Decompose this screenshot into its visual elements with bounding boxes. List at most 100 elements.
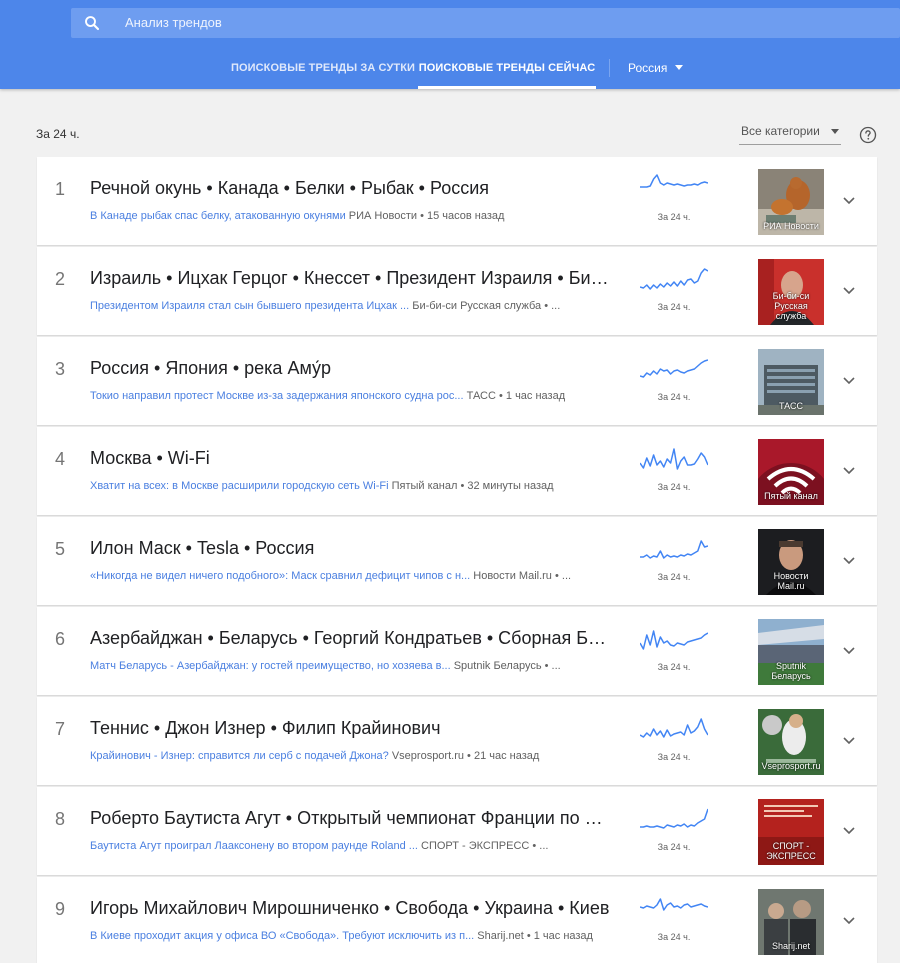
article-source: РИА Новости • 15 часов назад bbox=[345, 210, 505, 222]
tab-daily-trends[interactable]: ПОИСКОВЫЕ ТРЕНДЫ ЗА СУТКИ bbox=[230, 50, 416, 89]
search-input[interactable] bbox=[125, 8, 825, 38]
article-link[interactable]: В Канаде рыбак спас белку, атакованную о… bbox=[90, 210, 346, 222]
article-link[interactable]: Крайинович - Изнер: справится ли серб с … bbox=[90, 750, 389, 762]
category-select-value: Все категории bbox=[741, 124, 820, 138]
article-source: Sputnik Беларусь • ... bbox=[450, 660, 561, 672]
trend-row[interactable]: 7 Теннис • Джон Изнер • Филип Крайинович… bbox=[37, 697, 877, 785]
trend-sparkline bbox=[640, 448, 708, 470]
sparkline-label: За 24 ч. bbox=[657, 392, 691, 402]
trend-article-line: Матч Беларусь - Азербайджан: у гостей пр… bbox=[90, 660, 620, 672]
trend-sparkline bbox=[640, 808, 708, 829]
trend-row[interactable]: 3 Россия • Япония • река Аму́р Токио нап… bbox=[37, 337, 877, 425]
news-thumbnail[interactable]: Vseprosport.ru bbox=[758, 709, 824, 775]
trend-article-line: Хватит на всех: в Москве расширили город… bbox=[90, 480, 620, 492]
chevron-down-icon[interactable] bbox=[675, 65, 683, 70]
article-source: СПОРТ - ЭКСПРЕСС • ... bbox=[417, 840, 549, 852]
article-link[interactable]: В Киеве проходит акция у офиса ВО «Свобо… bbox=[90, 930, 474, 942]
sparkline-label: За 24 ч. bbox=[657, 482, 691, 492]
news-thumbnail[interactable]: Sputnik Беларусь bbox=[758, 619, 824, 685]
article-source: Sharij.net • 1 час назад bbox=[474, 930, 593, 942]
trend-row[interactable]: 9 Игорь Михайлович Мирошниченко • Свобод… bbox=[37, 877, 877, 963]
trend-sparkline bbox=[640, 268, 708, 290]
trend-article-line: В Канаде рыбак спас белку, атакованную о… bbox=[90, 210, 620, 222]
thumbnail-source-caption: Vseprosport.ru bbox=[761, 761, 821, 771]
article-link[interactable]: «Никогда не видел ничего подобного»: Мас… bbox=[90, 570, 470, 582]
trend-rank: 4 bbox=[55, 449, 66, 469]
trend-title[interactable]: Москва • Wi-Fi bbox=[90, 448, 610, 469]
news-thumbnail[interactable]: Пятый канал bbox=[758, 439, 824, 505]
thumbnail-source-caption: Би-би-си Русская служба bbox=[772, 291, 810, 321]
trend-row[interactable]: 2 Израиль • Ицхак Герцог • Кнессет • Пре… bbox=[37, 247, 877, 335]
article-source: Новости Mail.ru • ... bbox=[470, 570, 572, 582]
article-link[interactable]: Матч Беларусь - Азербайджан: у гостей пр… bbox=[90, 660, 451, 672]
news-thumbnail[interactable]: Новости Mail.ru bbox=[758, 529, 824, 595]
trend-row[interactable]: 6 Азербайджан • Беларусь • Георгий Кондр… bbox=[37, 607, 877, 695]
article-link[interactable]: Баутиста Агут проиграл Лаакcонену во вто… bbox=[90, 840, 418, 852]
trend-article-line: Президентом Израиля стал сын бывшего пре… bbox=[90, 300, 620, 312]
expand-chevron-icon[interactable] bbox=[841, 285, 857, 297]
article-link[interactable]: Хватит на всех: в Москве расширили город… bbox=[90, 480, 389, 492]
trend-row[interactable]: 5 Илон Маск • Tesla • Россия «Никогда не… bbox=[37, 517, 877, 605]
thumbnail-source-caption: Sharij.net bbox=[771, 941, 811, 951]
news-thumbnail[interactable]: РИА Новости bbox=[758, 169, 824, 235]
trend-row[interactable]: 1 Речной окунь • Канада • Белки • Рыбак … bbox=[37, 157, 877, 245]
trend-rank: 9 bbox=[55, 899, 66, 919]
news-thumbnail[interactable]: СПОРТ - ЭКСПРЕСС bbox=[758, 799, 824, 865]
trend-sparkline bbox=[640, 898, 708, 911]
news-thumbnail[interactable]: ТАСС bbox=[758, 349, 824, 415]
dropdown-arrow-icon bbox=[831, 129, 839, 134]
trend-article-line: В Киеве проходит акция у офиса ВО «Свобо… bbox=[90, 930, 620, 942]
thumbnail-source-caption: Новости Mail.ru bbox=[773, 571, 809, 591]
expand-chevron-icon[interactable] bbox=[841, 735, 857, 747]
expand-chevron-icon[interactable] bbox=[841, 195, 857, 207]
trend-title[interactable]: Израиль • Ицхак Герцог • Кнессет • Прези… bbox=[90, 268, 610, 289]
article-link[interactable]: Президентом Израиля стал сын бывшего пре… bbox=[90, 300, 409, 312]
news-thumbnail[interactable]: Sharij.net bbox=[758, 889, 824, 955]
trend-title[interactable]: Азербайджан • Беларусь • Георгий Кондрат… bbox=[90, 628, 610, 649]
sparkline-label: За 24 ч. bbox=[657, 302, 691, 312]
article-source: Vseprosport.ru • 21 час назад bbox=[388, 750, 540, 762]
expand-chevron-icon[interactable] bbox=[841, 915, 857, 927]
search-icon[interactable] bbox=[83, 14, 101, 32]
trend-row[interactable]: 4 Москва • Wi-Fi Хватит на всех: в Москв… bbox=[37, 427, 877, 515]
sparkline-label: За 24 ч. bbox=[657, 662, 691, 672]
trend-title[interactable]: Илон Маск • Tesla • Россия bbox=[90, 538, 610, 559]
trend-article-line: «Никогда не видел ничего подобного»: Мас… bbox=[90, 570, 620, 582]
trend-article-line: Крайинович - Изнер: справится ли серб с … bbox=[90, 750, 620, 762]
trend-sparkline bbox=[640, 174, 708, 188]
category-select[interactable]: Все категории bbox=[739, 121, 841, 145]
sparkline-label: За 24 ч. bbox=[657, 752, 691, 762]
trend-title[interactable]: Игорь Михайлович Мирошниченко • Свобода … bbox=[90, 898, 610, 919]
article-source: Би-би-си Русская служба • ... bbox=[409, 300, 561, 312]
article-link[interactable]: Токио направил протест Москве из-за заде… bbox=[90, 390, 464, 402]
trend-title[interactable]: Речной окунь • Канада • Белки • Рыбак • … bbox=[90, 178, 610, 199]
thumbnail-source-caption: ТАСС bbox=[778, 401, 803, 411]
expand-chevron-icon[interactable] bbox=[841, 645, 857, 657]
article-source: ТАСС • 1 час назад bbox=[463, 390, 566, 402]
trend-sparkline bbox=[640, 630, 708, 650]
sparkline-label: За 24 ч. bbox=[657, 932, 691, 942]
trend-rank: 2 bbox=[55, 269, 66, 289]
help-circle-icon[interactable] bbox=[859, 126, 877, 144]
trend-title[interactable]: Роберто Баутиста Агут • Открытый чемпион… bbox=[90, 808, 610, 829]
trend-title[interactable]: Теннис • Джон Изнер • Филип Крайинович bbox=[90, 718, 610, 739]
news-thumbnail[interactable]: Би-би-си Русская служба bbox=[758, 259, 824, 325]
expand-chevron-icon[interactable] bbox=[841, 825, 857, 837]
trend-rank: 3 bbox=[55, 359, 66, 379]
expand-chevron-icon[interactable] bbox=[841, 375, 857, 387]
search-box[interactable] bbox=[71, 8, 900, 38]
sparkline-label: За 24 ч. bbox=[657, 212, 691, 222]
trend-title[interactable]: Россия • Япония • река Аму́р bbox=[90, 358, 610, 379]
sparkline-label: За 24 ч. bbox=[657, 842, 691, 852]
trend-sparkline bbox=[640, 718, 708, 738]
trend-sparkline bbox=[640, 540, 708, 559]
thumbnail-source-caption: РИА Новости bbox=[763, 221, 819, 231]
expand-chevron-icon[interactable] bbox=[841, 465, 857, 477]
expand-chevron-icon[interactable] bbox=[841, 555, 857, 567]
tab-realtime-trends[interactable]: ПОИСКОВЫЕ ТРЕНДЫ СЕЙЧАС bbox=[418, 50, 596, 89]
trend-rank: 1 bbox=[55, 179, 66, 199]
trend-rank: 8 bbox=[55, 809, 66, 829]
trend-row[interactable]: 8 Роберто Баутиста Агут • Открытый чемпи… bbox=[37, 787, 877, 875]
geo-selector[interactable]: Россия bbox=[628, 50, 667, 86]
tab-divider bbox=[609, 59, 610, 77]
